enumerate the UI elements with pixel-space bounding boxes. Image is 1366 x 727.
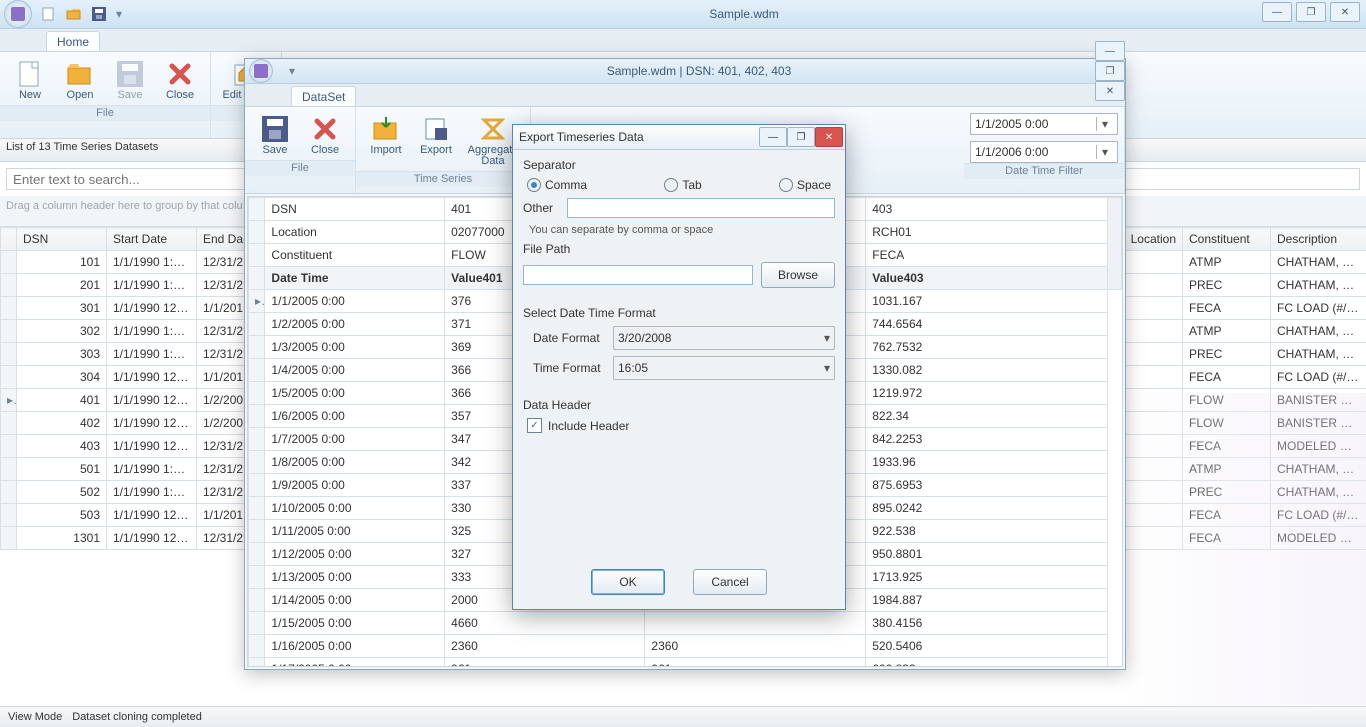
child-close-button-ribbon[interactable]: Close (301, 111, 349, 160)
child-group-ts-cap: Time Series (356, 171, 530, 187)
timeformat-label: Time Format (533, 361, 605, 375)
ribbon-group-file: New Open Save Close File (0, 52, 211, 138)
col-indicator (1, 228, 17, 251)
ribbon-new-button[interactable]: New (6, 56, 54, 105)
close-button[interactable]: ✕ (1330, 2, 1360, 22)
dataset-title: Sample.wdm | DSN: 401, 402, 403 (303, 64, 1095, 78)
table-row[interactable]: 1/16/2005 0:0023602360520.5406 (249, 635, 1122, 658)
dataheader-section-label: Data Header (523, 398, 835, 412)
ribbon-save-button[interactable]: Save (106, 56, 154, 105)
child-group-file: Save Close File (245, 107, 356, 193)
qat-new-icon[interactable] (42, 7, 56, 21)
dialog-close-button[interactable]: ✕ (815, 127, 843, 147)
col-loc[interactable]: Location (1123, 228, 1183, 251)
table-row[interactable]: 1/15/2005 0:004660380.4156 (249, 612, 1122, 635)
ribbon-open-button[interactable]: Open (56, 56, 104, 105)
child-tabrow: DataSet (245, 84, 1125, 107)
export-dialog: Export Timeseries Data — ❐ ✕ Separator C… (512, 124, 846, 610)
include-header-checkbox[interactable]: ✓Include Header (523, 418, 835, 433)
qat-save-icon[interactable] (92, 7, 106, 21)
tab-home[interactable]: Home (46, 31, 100, 51)
app-titlebar: ▾ Sample.wdm — ❐ ✕ (0, 0, 1366, 29)
separator-tab-radio[interactable]: Tab (664, 178, 701, 192)
tab-dataset[interactable]: DataSet (291, 86, 356, 106)
date-from-field[interactable]: 1/1/2005 0:00▾ (970, 113, 1118, 135)
dialog-titlebar[interactable]: Export Timeseries Data — ❐ ✕ (513, 125, 845, 150)
app-root: ▾ Sample.wdm — ❐ ✕ Home New Open Save Cl… (0, 0, 1366, 727)
filepath-label: File Path (523, 242, 835, 256)
child-minimize-button[interactable]: — (1095, 41, 1125, 61)
child-maximize-button[interactable]: ❐ (1095, 61, 1125, 81)
dataset-window-icon[interactable] (249, 59, 273, 83)
cancel-button[interactable]: Cancel (693, 569, 767, 595)
dialog-maximize-button[interactable]: ❐ (787, 127, 815, 147)
child-import-button[interactable]: Import (362, 111, 410, 171)
chevron-down-icon: ▾ (824, 331, 830, 345)
table-row[interactable]: 1/17/2005 0:00961961600.833 (249, 658, 1122, 668)
dataset-scrollbar[interactable] (1107, 198, 1121, 290)
status-mode: View Mode (8, 711, 62, 723)
child-group-dtf-cap: Date Time Filter (964, 163, 1124, 179)
separator-hint: You can separate by comma or space (523, 224, 835, 236)
separator-label: Separator (523, 158, 835, 172)
separator-comma-radio[interactable]: Comma (527, 178, 587, 192)
child-qat-customize-icon[interactable]: ▾ (281, 64, 303, 78)
child-group-ts: Import Export Aggregate Data Time Series (356, 107, 531, 193)
col-const[interactable]: Constituent (1183, 228, 1271, 251)
timeformat-select[interactable]: 16:05▾ (613, 356, 835, 380)
app-title: Sample.wdm (122, 7, 1366, 21)
col-dsn[interactable]: DSN (17, 228, 107, 251)
child-group-file-cap: File (245, 160, 355, 176)
date-to-field[interactable]: 1/1/2006 0:00▾ (970, 141, 1118, 163)
separator-space-radio[interactable]: Space (779, 178, 831, 192)
col-start[interactable]: Start Date (107, 228, 197, 251)
status-bar: View Mode Dataset cloning completed (0, 706, 1366, 727)
other-label: Other (523, 201, 559, 215)
window-buttons: — ❐ ✕ (1262, 2, 1360, 22)
ribbon-group-file-caption: File (0, 105, 210, 121)
dateformat-label: Date Format (533, 331, 605, 345)
status-message: Dataset cloning completed (72, 711, 202, 723)
chevron-down-icon[interactable]: ▾ (1096, 145, 1113, 159)
datetime-section-label: Select Date Time Format (523, 306, 835, 320)
chevron-down-icon[interactable]: ▾ (1096, 117, 1113, 131)
app-tabrow: Home (0, 29, 1366, 52)
child-save-button[interactable]: Save (251, 111, 299, 160)
qat-open-icon[interactable] (66, 7, 82, 21)
child-close-button[interactable]: ✕ (1095, 81, 1125, 101)
maximize-button[interactable]: ❐ (1296, 2, 1326, 22)
ribbon-close-button[interactable]: Close (156, 56, 204, 105)
dateformat-select[interactable]: 3/20/2008▾ (613, 326, 835, 350)
dialog-minimize-button[interactable]: — (759, 127, 787, 147)
browse-button[interactable]: Browse (761, 262, 835, 288)
other-separator-input[interactable] (567, 198, 835, 218)
child-group-dtfilter: 1/1/2005 0:00▾ 1/1/2006 0:00▾ Date Time … (964, 107, 1125, 193)
col-desc[interactable]: Description (1271, 228, 1366, 251)
filepath-input[interactable] (523, 265, 753, 285)
app-menu-button[interactable] (4, 0, 32, 28)
child-export-button[interactable]: Export (412, 111, 460, 171)
quick-access-toolbar: ▾ (32, 7, 122, 21)
dataset-titlebar: ▾ Sample.wdm | DSN: 401, 402, 403 — ❐ ✕ (245, 59, 1125, 84)
chevron-down-icon: ▾ (824, 361, 830, 375)
ok-button[interactable]: OK (591, 569, 665, 595)
minimize-button[interactable]: — (1262, 2, 1292, 22)
